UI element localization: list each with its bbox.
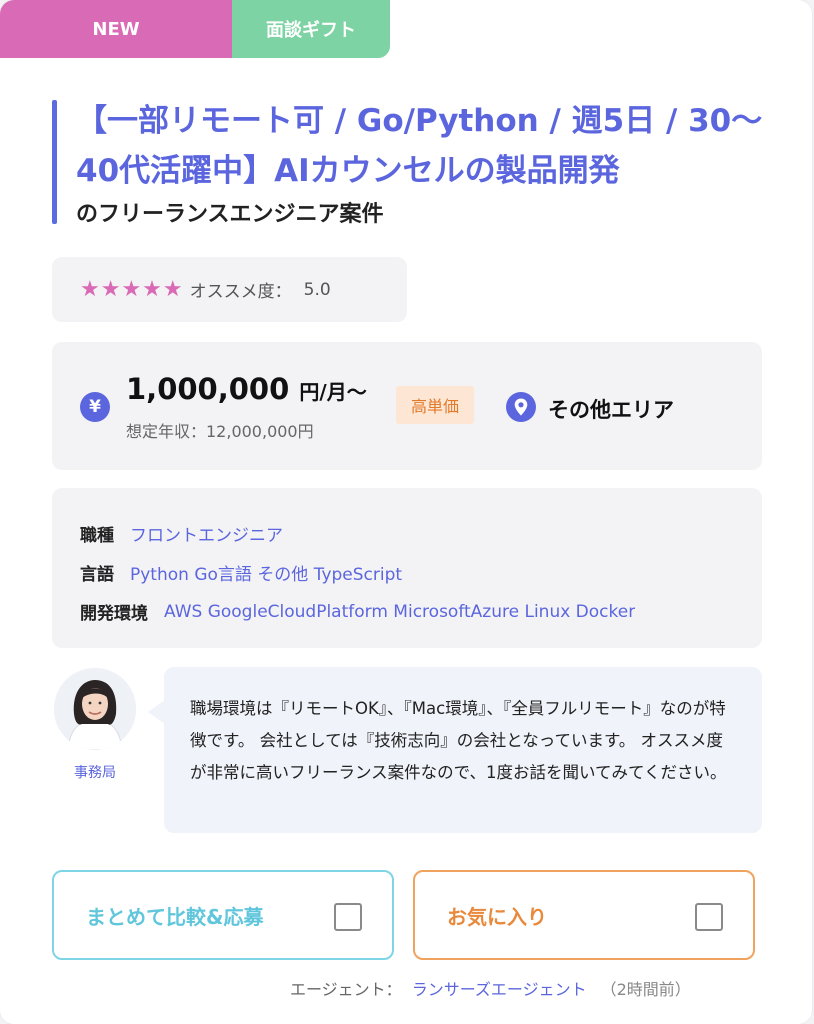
location-pin-icon [506,392,536,422]
price-unit: 円/月〜 [299,380,367,404]
bubble-tail [148,700,165,724]
footer-agent-info: エージェント： ランサーズエージェント （2時間前） [290,976,691,1000]
agent-label-text: エージェント： [290,980,402,999]
new-badge: NEW [0,0,232,58]
agent-label: 事務局 [74,765,116,781]
favorite-checkbox[interactable] [695,903,723,931]
rating-value: 5.0 [303,279,331,300]
favorite-button[interactable]: お気に入り [413,870,755,960]
price-box: ¥ 1,000,000 円/月〜 想定年収：12,000,000円 高単価 その… [52,342,762,470]
skill-value-link[interactable]: AWS GoogleCloudPlatform MicrosoftAzure L… [164,602,635,622]
skill-key: 職種 [80,526,114,546]
job-title-link[interactable]: 【一部リモート可 / Go/Python / 週5日 / 30〜40代活躍中】A… [76,96,776,196]
skill-row-environment: 開発環境 AWS GoogleCloudPlatform MicrosoftAz… [80,592,762,631]
skill-value-link[interactable]: Python Go言語 その他 TypeScript [130,560,402,585]
favorite-label: お気に入り [447,904,547,929]
rating-box: ★★★★★ オススメ度： 5.0 [52,257,407,322]
gift-badge: 面談ギフト [232,0,390,58]
price-amount: 1,000,000 [126,372,290,406]
agent-name-link[interactable]: ランサーズエージェント [412,980,587,999]
agent-avatar [54,668,136,750]
avatar-illustration [54,668,136,750]
title-accent-bar [52,100,57,224]
job-card: NEW 面談ギフト 【一部リモート可 / Go/Python / 週5日 / 3… [0,0,812,1024]
location-area: その他エリア [548,398,674,422]
rating-stars: ★★★★★ [80,277,184,302]
skill-row-job-type: 職種 フロントエンジニア [80,514,762,553]
rating-label: オススメ度： [189,282,292,302]
agent-comment: 職場環境は『リモートOK』、『Mac環境』、『全員フルリモート』なのが特徴です。… [164,667,762,833]
job-subtitle: のフリーランスエンジニア案件 [76,202,384,227]
compare-apply-label: まとめて比較&応募 [86,904,264,929]
skills-box: 職種 フロントエンジニア 言語 Python Go言語 その他 TypeScri… [52,488,762,648]
skill-row-language: 言語 Python Go言語 その他 TypeScript [80,553,762,592]
monthly-price: 1,000,000 円/月〜 [126,372,367,406]
skill-value-link[interactable]: フロントエンジニア [130,521,283,546]
compare-apply-button[interactable]: まとめて比較&応募 [52,870,394,960]
yen-icon: ¥ [80,392,110,422]
skill-key: 言語 [80,565,114,585]
compare-checkbox[interactable] [334,903,362,931]
posted-time: （2時間前） [600,980,691,999]
high-price-badge: 高単価 [396,386,474,424]
skill-key: 開発環境 [80,604,148,624]
annual-income: 想定年収：12,000,000円 [126,422,314,441]
